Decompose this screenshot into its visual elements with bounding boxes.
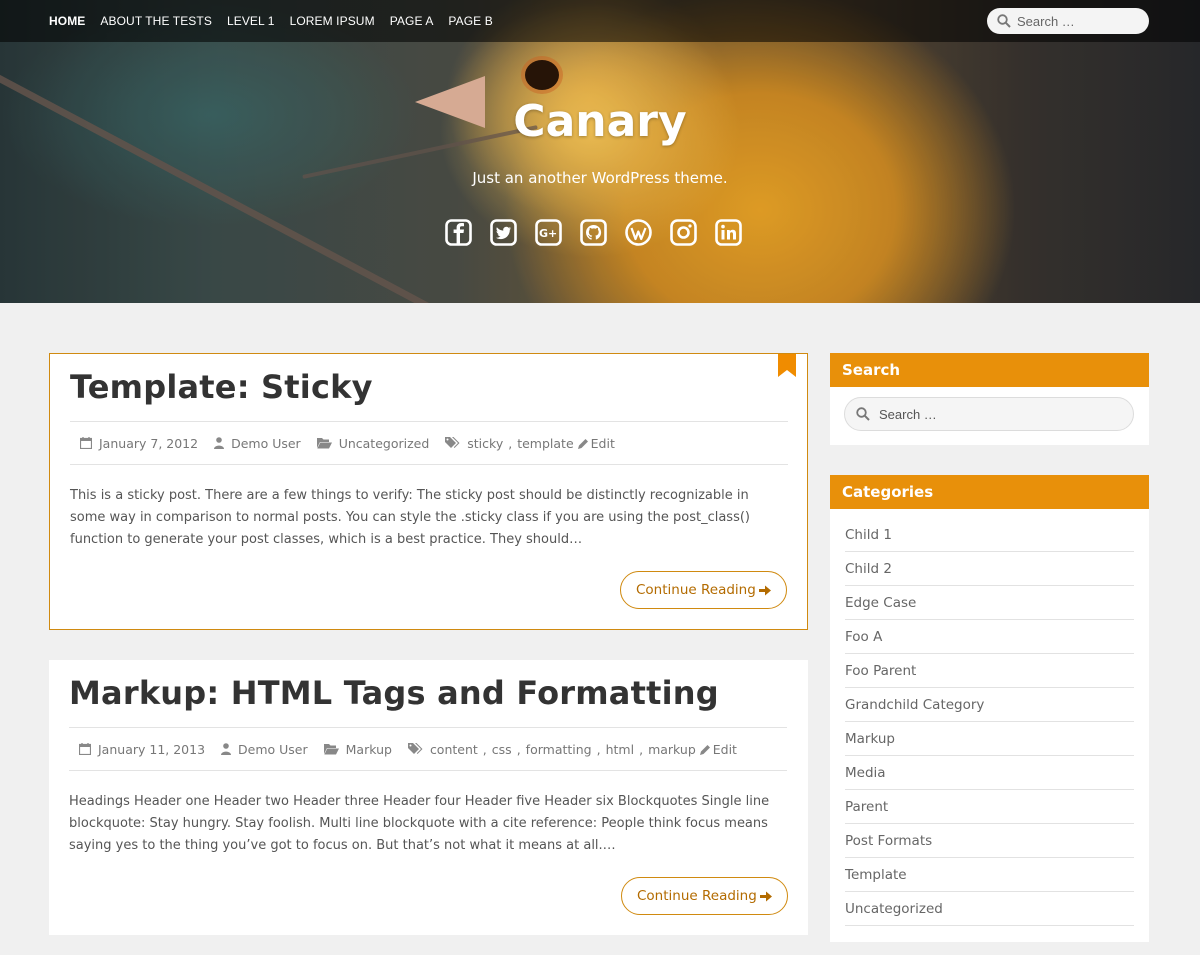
sidebar-search[interactable] [844, 397, 1134, 431]
tag-separator: , [516, 741, 521, 757]
post-tags: content, css, formatting, html, markup [407, 741, 696, 757]
post-date-link[interactable]: January 7, 2012 [99, 436, 198, 451]
tag-link[interactable]: css [492, 742, 512, 757]
header-banner [0, 0, 1200, 303]
banner-shade [0, 0, 1200, 303]
bookmark-icon [778, 354, 796, 377]
arrow-right-icon [759, 585, 771, 596]
post-category: Uncategorized [316, 436, 430, 451]
category-item[interactable]: Child 2 [845, 552, 1134, 586]
tag-link[interactable]: html [606, 742, 634, 757]
github-icon[interactable] [580, 219, 607, 246]
post-card: Markup: HTML Tags and Formatting January… [49, 660, 808, 935]
instagram-icon[interactable] [670, 219, 697, 246]
tag-separator: , [596, 741, 601, 757]
post-excerpt: Headings Header one Header two Header th… [69, 794, 770, 853]
nav-about-the-tests[interactable]: ABOUT THE TESTS [100, 14, 212, 28]
category-item[interactable]: Media [845, 756, 1134, 790]
post-card-sticky: Template: Sticky January 7, 2012 Demo Us… [49, 353, 808, 630]
tags-icon [445, 437, 460, 448]
category-item[interactable]: Parent [845, 790, 1134, 824]
post-author: Demo User [221, 742, 308, 757]
search-icon [856, 407, 870, 421]
category-item[interactable]: Child 1 [845, 518, 1134, 552]
category-item[interactable]: Post Formats [845, 824, 1134, 858]
post-author-link[interactable]: Demo User [231, 436, 301, 451]
arrow-right-icon [760, 891, 772, 902]
category-list: Child 1 Child 2 Edge Case Foo A Foo Pare… [845, 518, 1134, 926]
tag-link[interactable]: template [517, 436, 573, 451]
nav-home[interactable]: HOME [49, 14, 85, 28]
header-search-input[interactable] [1017, 13, 1137, 29]
nav-lorem-ipsum[interactable]: LOREM IPSUM [290, 14, 375, 28]
category-item[interactable]: Uncategorized [845, 892, 1134, 926]
search-icon [997, 14, 1011, 28]
post-category-link[interactable]: Markup [346, 742, 392, 757]
user-icon [214, 437, 225, 449]
post-date: January 7, 2012 [80, 436, 198, 451]
search-widget: Search [830, 353, 1149, 445]
nav-level-1[interactable]: LEVEL 1 [227, 14, 275, 28]
edit-link[interactable]: Edit [591, 436, 615, 451]
linkedin-icon[interactable] [715, 219, 742, 246]
widget-title: Search [830, 353, 1149, 387]
post-title[interactable]: Markup: HTML Tags and Formatting [69, 674, 719, 712]
tag-link[interactable]: sticky [467, 436, 503, 451]
social-links: G+ [445, 219, 760, 246]
pencil-icon [699, 744, 710, 755]
post-edit: Edit [577, 436, 615, 451]
pencil-icon [577, 438, 588, 449]
wordpress-icon[interactable] [625, 219, 652, 246]
sidebar-search-input[interactable] [879, 406, 1119, 422]
post-meta: January 11, 2013 Demo User Markup conten… [69, 727, 787, 771]
user-icon [221, 743, 232, 755]
main-nav: HOME ABOUT THE TESTS LEVEL 1 LOREM IPSUM… [49, 0, 508, 42]
site-title[interactable]: Canary [0, 96, 1200, 147]
calendar-icon [79, 743, 91, 755]
header-search[interactable] [987, 8, 1149, 34]
tags-icon [407, 743, 423, 754]
category-item[interactable]: Markup [845, 722, 1134, 756]
category-item[interactable]: Template [845, 858, 1134, 892]
continue-reading-button[interactable]: Continue Reading [621, 877, 788, 915]
tag-separator: , [639, 741, 644, 757]
post-tags: sticky, template [445, 435, 574, 451]
post-category-link[interactable]: Uncategorized [339, 436, 430, 451]
continue-reading-label: Continue Reading [637, 888, 757, 904]
category-item[interactable]: Foo Parent [845, 654, 1134, 688]
calendar-icon [80, 437, 92, 449]
tag-link[interactable]: markup [648, 742, 696, 757]
category-item[interactable]: Edge Case [845, 586, 1134, 620]
folder-open-icon [323, 744, 339, 755]
category-item[interactable]: Grandchild Category [845, 688, 1134, 722]
post-author: Demo User [214, 436, 301, 451]
tag-link[interactable]: formatting [526, 742, 592, 757]
twitter-icon[interactable] [490, 219, 517, 246]
post-author-link[interactable]: Demo User [238, 742, 308, 757]
facebook-icon[interactable] [445, 219, 472, 246]
nav-page-a[interactable]: PAGE A [390, 14, 434, 28]
post-date-link[interactable]: January 11, 2013 [98, 742, 205, 757]
category-item[interactable]: Foo A [845, 620, 1134, 654]
google-plus-icon[interactable]: G+ [535, 219, 562, 246]
post-edit: Edit [699, 742, 737, 757]
edit-link[interactable]: Edit [713, 742, 737, 757]
tag-link[interactable]: content [430, 742, 478, 757]
post-excerpt: This is a sticky post. There are a few t… [70, 488, 750, 547]
widget-title: Categories [830, 475, 1149, 509]
tag-separator: , [508, 435, 513, 451]
post-title[interactable]: Template: Sticky [70, 368, 373, 406]
tag-separator: , [482, 741, 487, 757]
post-meta: January 7, 2012 Demo User Uncategorized … [70, 421, 788, 465]
post-date: January 11, 2013 [79, 742, 205, 757]
continue-reading-label: Continue Reading [636, 582, 756, 598]
folder-open-icon [316, 438, 332, 449]
svg-text:G+: G+ [539, 227, 557, 240]
site-tagline: Just an another WordPress theme. [472, 169, 728, 187]
continue-reading-button[interactable]: Continue Reading [620, 571, 787, 609]
post-category: Markup [323, 742, 392, 757]
top-navbar: HOME ABOUT THE TESTS LEVEL 1 LOREM IPSUM… [0, 0, 1200, 42]
nav-page-b[interactable]: PAGE B [448, 14, 492, 28]
categories-widget: Categories Child 1 Child 2 Edge Case Foo… [830, 475, 1149, 942]
